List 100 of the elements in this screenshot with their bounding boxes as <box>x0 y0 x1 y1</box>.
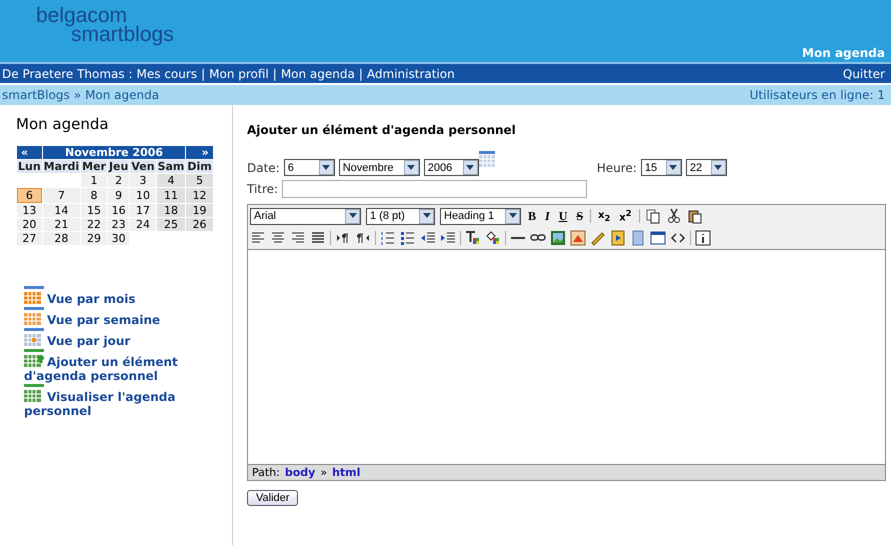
menu-link[interactable]: Vue par semaine <box>24 307 194 327</box>
calendar-day[interactable]: 2 <box>108 174 130 187</box>
dropdown-arrow-icon <box>714 164 722 170</box>
calendar-day[interactable]: 23 <box>108 218 130 231</box>
copy-icon[interactable] <box>644 208 661 224</box>
dropdown-arrow-icon <box>669 164 678 170</box>
calendar-day[interactable]: 9 <box>108 188 130 203</box>
picture-frame-icon[interactable] <box>570 230 586 246</box>
nav-link[interactable]: Mes cours <box>136 66 198 80</box>
format-button[interactable]: x$_{2}$ <box>596 210 612 222</box>
info-icon[interactable] <box>695 230 711 246</box>
menu-link[interactable]: Visualiser l'agenda personnel <box>24 384 194 418</box>
dropdown-arrow-icon <box>466 164 474 170</box>
calendar-day[interactable]: 7 <box>42 188 80 203</box>
numbered-list-icon[interactable] <box>380 230 396 246</box>
breadcrumb-separator: » <box>74 88 82 102</box>
calendar-day[interactable]: 5 <box>186 174 213 187</box>
calendar-day[interactable]: 28 <box>42 232 80 245</box>
paste-icon[interactable] <box>686 208 703 224</box>
logo-text: belgacom <box>36 6 128 26</box>
calendar-day[interactable]: 18 <box>156 204 186 217</box>
media-icon[interactable] <box>610 230 626 246</box>
calendar-day[interactable]: 20 <box>17 218 42 231</box>
logout-link[interactable]: Quitter <box>842 66 885 80</box>
dropdown-arrow-icon <box>322 164 330 170</box>
calendar-icon <box>24 328 44 348</box>
weekday-header: Dim <box>186 160 213 173</box>
calendar-day[interactable]: 15 <box>81 204 107 217</box>
title-field[interactable] <box>282 180 588 198</box>
day-select[interactable]: 6 <box>284 159 335 176</box>
image-icon[interactable] <box>550 230 566 246</box>
calendar-day[interactable]: 22 <box>81 218 107 231</box>
calendar-day[interactable]: 27 <box>17 232 42 245</box>
date-label: Date: <box>247 160 280 174</box>
calendar-day[interactable]: 1 <box>81 174 107 187</box>
minute-select[interactable]: 22 <box>686 159 727 176</box>
calendar-icon[interactable] <box>478 151 495 167</box>
calendar-day[interactable]: 4 <box>156 174 186 187</box>
online-users: Utilisateurs en ligne: 1 <box>750 88 885 102</box>
month-select[interactable]: Novembre <box>338 159 420 176</box>
nav-link[interactable]: Administration <box>366 66 455 80</box>
calendar-day[interactable]: 29 <box>81 232 107 245</box>
cut-icon[interactable] <box>666 208 682 224</box>
year-select[interactable]: 2006 <box>424 159 479 176</box>
format-button[interactable]: S <box>574 208 586 224</box>
calendar-day[interactable]: 11 <box>156 188 186 203</box>
format-button[interactable]: U <box>556 208 570 224</box>
path-link[interactable]: body <box>284 466 316 479</box>
submit-button[interactable]: Valider <box>247 490 298 506</box>
page-title: Mon agenda <box>802 46 886 62</box>
fill-color-icon[interactable] <box>485 230 501 246</box>
calendar-day[interactable]: 24 <box>130 218 156 231</box>
hour-select[interactable]: 15 <box>640 159 682 176</box>
calendar-day[interactable]: 12 <box>186 188 213 203</box>
calendar-day[interactable]: 6 <box>17 188 42 203</box>
dropdown-arrow-icon <box>407 164 416 170</box>
font-select[interactable]: Arial <box>250 208 361 224</box>
calendar-day[interactable]: 14 <box>42 204 80 217</box>
calendar-day[interactable]: 25 <box>156 218 186 231</box>
breadcrumb-link[interactable]: smartBlogs <box>2 88 70 102</box>
justify-icon[interactable] <box>310 230 326 246</box>
text-color-icon[interactable] <box>465 230 481 246</box>
calendar-icon <box>24 384 44 404</box>
calendar-icon <box>24 349 44 369</box>
calendar-day[interactable]: 19 <box>186 204 213 217</box>
format-select[interactable]: Heading 1 <box>440 208 521 224</box>
next-month-link[interactable]: » <box>186 146 213 159</box>
breadcrumb-link[interactable]: Mon agenda <box>85 88 160 102</box>
format-button[interactable]: B <box>526 208 538 224</box>
table-icon[interactable] <box>650 230 666 246</box>
weekday-header: Mardi <box>42 160 80 173</box>
bullet-list-icon[interactable] <box>400 230 416 246</box>
format-button[interactable]: x$^{2}$ <box>617 208 634 224</box>
separator: | <box>358 66 363 80</box>
menu-link[interactable]: Vue par mois <box>24 286 194 306</box>
calendar-day[interactable]: 17 <box>130 204 156 217</box>
calendar-day[interactable]: 3 <box>130 174 156 187</box>
path-link[interactable]: html <box>332 466 360 479</box>
calendar-day[interactable]: 16 <box>108 204 130 217</box>
nav-link[interactable]: Mon agenda <box>280 66 355 80</box>
calendar-day[interactable]: 10 <box>130 188 156 203</box>
format-button[interactable]: I <box>543 208 552 224</box>
calendar-day[interactable]: 26 <box>186 218 213 231</box>
menu-link[interactable]: Ajouter un élément d'agenda personnel <box>24 349 194 383</box>
calendar-icon <box>24 286 44 306</box>
calendar-day[interactable]: 30 <box>108 232 130 245</box>
pencil-icon[interactable] <box>590 230 606 246</box>
calendar-day[interactable]: 21 <box>42 218 80 231</box>
dropdown-arrow-icon <box>422 213 430 219</box>
separator: | <box>201 66 206 80</box>
prev-month-link[interactable]: « <box>17 146 42 159</box>
menu-link[interactable]: Vue par jour <box>24 328 194 348</box>
calendar-day[interactable]: 13 <box>17 204 42 217</box>
nav-link[interactable]: Mon profil <box>209 66 269 80</box>
size-select[interactable]: 1 (8 pt) <box>366 208 435 224</box>
path-separator: » <box>320 466 328 479</box>
weekday-header: Ven <box>130 160 156 173</box>
calendar-day[interactable]: 8 <box>81 188 107 203</box>
user-name: De Praetere Thomas : <box>2 66 133 80</box>
document-icon[interactable] <box>630 230 646 246</box>
